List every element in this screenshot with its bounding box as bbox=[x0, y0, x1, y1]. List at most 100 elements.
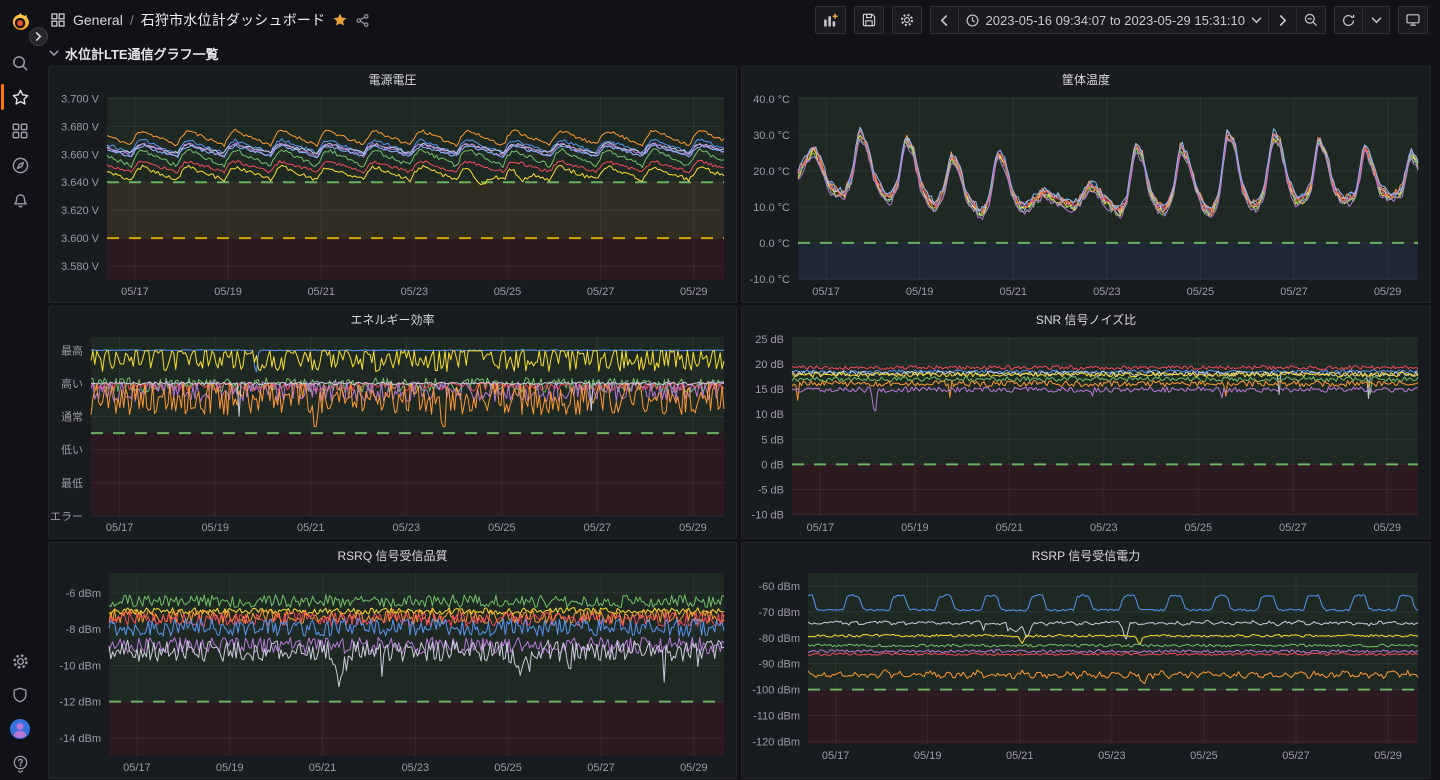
svg-text:05/27: 05/27 bbox=[587, 762, 615, 774]
svg-text:05/21: 05/21 bbox=[1006, 750, 1034, 762]
time-range-picker[interactable]: 2023-05-16 09:34:07 to 2023-05-29 15:31:… bbox=[958, 6, 1269, 34]
refresh-button[interactable] bbox=[1334, 6, 1362, 34]
time-range-forward-button[interactable] bbox=[1268, 6, 1296, 34]
chart-rsrq[interactable]: -6 dBm-8 dBm-10 dBm-12 dBm-14 dBm05/1705… bbox=[49, 567, 736, 778]
svg-text:05/29: 05/29 bbox=[1374, 750, 1402, 762]
panel-title[interactable]: SNR 信号ノイズ比 bbox=[742, 307, 1430, 331]
svg-text:-10 dB: -10 dB bbox=[752, 509, 784, 521]
svg-text:05/29: 05/29 bbox=[1374, 522, 1402, 534]
svg-text:20.0 °C: 20.0 °C bbox=[753, 166, 790, 178]
sidebar-item-dashboards[interactable] bbox=[0, 114, 40, 148]
avatar bbox=[9, 718, 31, 740]
sidebar-item-explore[interactable] bbox=[0, 148, 40, 182]
svg-text:05/23: 05/23 bbox=[1093, 286, 1121, 298]
sidebar-item-profile[interactable] bbox=[0, 712, 40, 746]
time-range-back-button[interactable] bbox=[930, 6, 958, 34]
svg-text:-10 dBm: -10 dBm bbox=[59, 660, 101, 672]
svg-text:05/25: 05/25 bbox=[494, 286, 522, 298]
time-range-text: 2023-05-16 09:34:07 to 2023-05-29 15:31:… bbox=[986, 13, 1246, 28]
svg-text:05/29: 05/29 bbox=[1374, 286, 1402, 298]
svg-text:05/29: 05/29 bbox=[680, 286, 708, 298]
search-icon bbox=[11, 54, 30, 73]
zoom-out-button[interactable] bbox=[1296, 6, 1326, 34]
svg-text:-70 dBm: -70 dBm bbox=[758, 607, 800, 619]
share-icon[interactable] bbox=[355, 13, 370, 28]
svg-text:05/21: 05/21 bbox=[996, 522, 1024, 534]
sidebar-item-configuration[interactable] bbox=[0, 644, 40, 678]
svg-text:05/23: 05/23 bbox=[401, 286, 429, 298]
panel-title[interactable]: エネルギー効率 bbox=[49, 307, 736, 331]
refresh-interval-dropdown[interactable] bbox=[1362, 6, 1390, 34]
add-panel-button[interactable] bbox=[815, 6, 846, 34]
svg-text:3.620 V: 3.620 V bbox=[61, 205, 100, 217]
svg-text:3.600 V: 3.600 V bbox=[61, 233, 100, 245]
svg-text:-60 dBm: -60 dBm bbox=[758, 581, 800, 593]
panel-power-voltage: 電源電圧 3.700 V3.680 V3.660 V3.640 V3.620 V… bbox=[48, 66, 737, 303]
svg-text:高い: 高い bbox=[61, 376, 83, 390]
svg-text:05/27: 05/27 bbox=[587, 286, 615, 298]
chart-snr[interactable]: 25 dB20 dB15 dB10 dB5 dB0 dB-5 dB-10 dB0… bbox=[742, 331, 1430, 538]
dashboard-title[interactable]: 石狩市水位計ダッシュボード bbox=[141, 10, 326, 30]
row-title: 水位計LTE通信グラフ一覧 bbox=[65, 44, 219, 63]
breadcrumb-section[interactable]: General bbox=[73, 12, 123, 28]
sidebar-item-help[interactable] bbox=[0, 746, 40, 780]
svg-text:05/23: 05/23 bbox=[1098, 750, 1126, 762]
panel-rsrp: RSRP 信号受信電力 -60 dBm-70 dBm-80 dBm-90 dBm… bbox=[741, 542, 1431, 779]
svg-text:05/25: 05/25 bbox=[488, 522, 516, 534]
svg-text:05/19: 05/19 bbox=[201, 522, 229, 534]
kiosk-mode-button[interactable] bbox=[1398, 6, 1428, 34]
row-header-lte-graphs[interactable]: 水位計LTE通信グラフ一覧 bbox=[40, 40, 1440, 66]
svg-text:-14 dBm: -14 dBm bbox=[59, 733, 101, 745]
svg-text:-80 dBm: -80 dBm bbox=[758, 633, 800, 645]
svg-text:05/25: 05/25 bbox=[494, 762, 522, 774]
svg-text:05/29: 05/29 bbox=[679, 522, 707, 534]
svg-text:3.640 V: 3.640 V bbox=[61, 177, 100, 189]
dashboard-header: General / 石狩市水位計ダッシュボード bbox=[40, 0, 1440, 40]
save-dashboard-button[interactable] bbox=[854, 6, 884, 34]
svg-text:30.0 °C: 30.0 °C bbox=[753, 130, 790, 142]
favorite-star-icon[interactable] bbox=[332, 12, 348, 28]
breadcrumb-separator: / bbox=[130, 12, 134, 28]
chart-enclosure-temperature[interactable]: 40.0 °C30.0 °C20.0 °C10.0 °C0.0 °C-10.0 … bbox=[742, 91, 1430, 302]
svg-text:エラー: エラー bbox=[50, 511, 83, 523]
panel-title[interactable]: RSRP 信号受信電力 bbox=[742, 543, 1430, 567]
svg-text:05/17: 05/17 bbox=[822, 750, 850, 762]
svg-text:05/19: 05/19 bbox=[906, 286, 934, 298]
compass-icon bbox=[11, 156, 30, 175]
svg-text:05/27: 05/27 bbox=[1279, 522, 1307, 534]
svg-text:20 dB: 20 dB bbox=[755, 359, 784, 371]
chart-energy-efficiency[interactable]: 最高高い通常低い最低エラー05/1705/1905/2105/2305/2505… bbox=[49, 331, 736, 538]
sidebar-item-starred[interactable] bbox=[0, 80, 40, 114]
chart-power-voltage[interactable]: 3.700 V3.680 V3.660 V3.640 V3.620 V3.600… bbox=[49, 91, 736, 302]
svg-text:05/27: 05/27 bbox=[584, 522, 612, 534]
refresh-controls bbox=[1334, 6, 1390, 34]
svg-text:05/17: 05/17 bbox=[121, 286, 149, 298]
svg-text:通常: 通常 bbox=[61, 411, 83, 424]
expand-sidebar-button[interactable] bbox=[29, 27, 48, 46]
svg-text:-10.0 °C: -10.0 °C bbox=[750, 274, 791, 286]
panel-rsrq: RSRQ 信号受信品質 -6 dBm-8 dBm-10 dBm-12 dBm-1… bbox=[48, 542, 737, 779]
chart-rsrp[interactable]: -60 dBm-70 dBm-80 dBm-90 dBm-100 dBm-110… bbox=[742, 567, 1430, 778]
sidebar-item-search[interactable] bbox=[0, 46, 40, 80]
panel-title[interactable]: RSRQ 信号受信品質 bbox=[49, 543, 736, 567]
svg-text:10.0 °C: 10.0 °C bbox=[753, 202, 790, 214]
svg-text:3.580 V: 3.580 V bbox=[61, 261, 100, 273]
svg-text:3.660 V: 3.660 V bbox=[61, 149, 100, 161]
svg-text:0.0 °C: 0.0 °C bbox=[759, 238, 790, 250]
svg-text:05/19: 05/19 bbox=[214, 286, 242, 298]
svg-text:05/19: 05/19 bbox=[901, 522, 929, 534]
dashboard-settings-button[interactable] bbox=[892, 6, 922, 34]
panel-title[interactable]: 筐体温度 bbox=[742, 67, 1430, 91]
svg-text:05/23: 05/23 bbox=[402, 762, 430, 774]
panel-snr: SNR 信号ノイズ比 25 dB20 dB15 dB10 dB5 dB0 dB-… bbox=[741, 306, 1431, 539]
svg-text:05/25: 05/25 bbox=[1190, 750, 1218, 762]
svg-text:15 dB: 15 dB bbox=[755, 384, 784, 396]
svg-text:10 dB: 10 dB bbox=[755, 409, 784, 421]
svg-text:05/29: 05/29 bbox=[680, 762, 708, 774]
apps-icon bbox=[11, 122, 29, 140]
sidebar-item-alerting[interactable] bbox=[0, 182, 40, 216]
panel-title[interactable]: 電源電圧 bbox=[49, 67, 736, 91]
svg-text:05/21: 05/21 bbox=[999, 286, 1027, 298]
sidebar-item-server-admin[interactable] bbox=[0, 678, 40, 712]
svg-text:05/25: 05/25 bbox=[1187, 286, 1215, 298]
